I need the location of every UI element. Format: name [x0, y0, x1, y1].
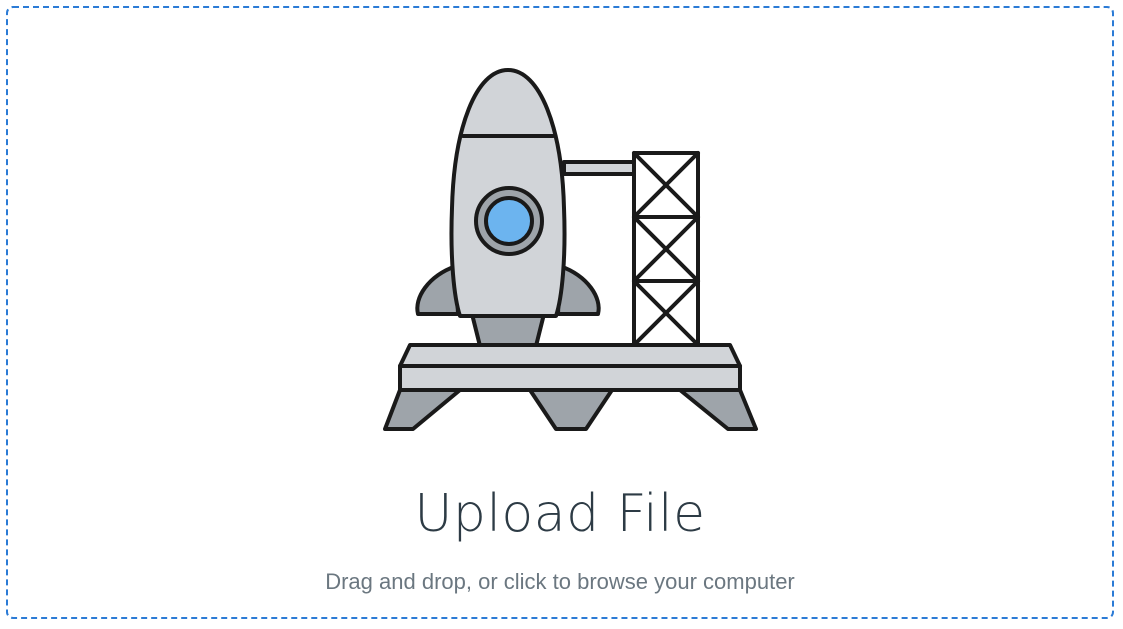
rocket-launchpad-icon	[383, 68, 758, 431]
file-drop-zone[interactable]: Upload File Drag and drop, or click to b…	[6, 6, 1114, 619]
upload-title: Upload File	[414, 484, 706, 544]
upload-instructions: Drag and drop, or click to browse your c…	[325, 569, 795, 594]
